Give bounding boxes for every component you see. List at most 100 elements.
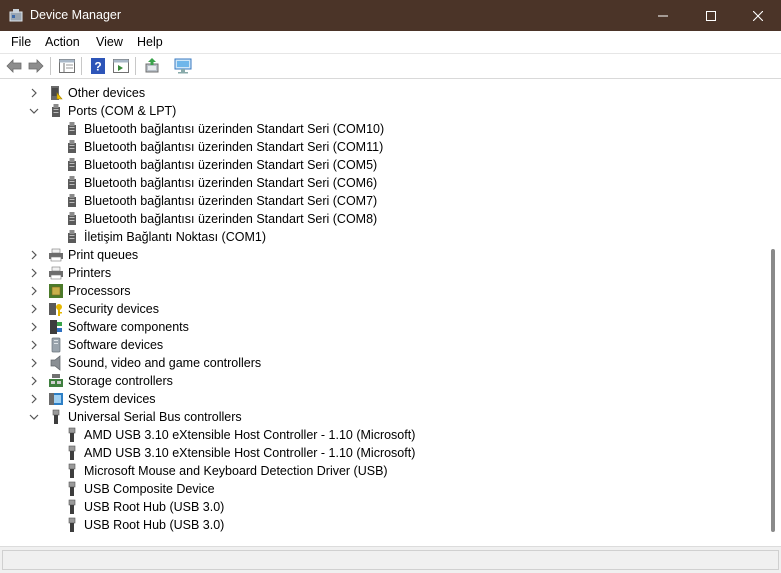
show-hide-console-tree-icon[interactable]: [58, 57, 76, 75]
tree-device-usb-composite[interactable]: USB Composite Device: [64, 480, 215, 498]
tree-category-processors[interactable]: Processors: [28, 282, 131, 300]
minimize-button[interactable]: [640, 0, 686, 31]
usb-icon: [64, 445, 80, 461]
chevron-right-icon[interactable]: [28, 267, 40, 279]
tree-category-storage-controllers[interactable]: Storage controllers: [28, 372, 173, 390]
tree-category-software-devices[interactable]: Software devices: [28, 336, 163, 354]
tree-device-label: Bluetooth bağlantısı üzerinden Standart …: [84, 158, 378, 172]
tree-device-label: AMD USB 3.10 eXtensible Host Controller …: [84, 428, 416, 442]
status-bar: [0, 546, 781, 573]
tree-device-label: İletişim Bağlantı Noktası (COM1): [84, 230, 266, 244]
chevron-right-icon[interactable]: [28, 285, 40, 297]
help-icon[interactable]: ?: [89, 57, 107, 75]
tree-category-ports[interactable]: Ports (COM & LPT): [28, 102, 176, 120]
usb-icon: [64, 481, 80, 497]
software-device-icon: [48, 337, 64, 353]
tree-category-label: Universal Serial Bus controllers: [68, 410, 242, 424]
tree-device-port-com10[interactable]: Bluetooth bağlantısı üzerinden Standart …: [64, 120, 384, 138]
port-icon: [64, 229, 80, 245]
usb-icon: [64, 463, 80, 479]
printer-icon: [48, 265, 64, 281]
chevron-right-icon[interactable]: [28, 357, 40, 369]
scan-hardware-changes-icon[interactable]: [174, 57, 192, 75]
tree-category-sound-video-game[interactable]: Sound, video and game controllers: [28, 354, 261, 372]
other-devices-icon: [48, 85, 64, 101]
port-icon: [64, 175, 80, 191]
title-bar: Device Manager: [0, 0, 781, 31]
tree-category-label: Other devices: [68, 86, 146, 100]
tree-device-label: USB Root Hub (USB 3.0): [84, 518, 225, 532]
tree-category-label: Software components: [68, 320, 189, 334]
port-icon: [64, 139, 80, 155]
tree-category-usb-controllers[interactable]: Universal Serial Bus controllers: [28, 408, 242, 426]
speaker-icon: [48, 355, 64, 371]
chevron-right-icon[interactable]: [28, 87, 40, 99]
tree-category-printers[interactable]: Printers: [28, 264, 111, 282]
usb-icon: [64, 427, 80, 443]
tree-category-security-devices[interactable]: Security devices: [28, 300, 159, 318]
tree-device-usb-root-hub[interactable]: USB Root Hub (USB 3.0): [64, 498, 224, 516]
update-driver-icon[interactable]: [143, 57, 161, 75]
chevron-right-icon[interactable]: [28, 393, 40, 405]
tree-category-other-devices[interactable]: Other devices: [28, 84, 145, 102]
chevron-right-icon[interactable]: [28, 321, 40, 333]
properties-icon[interactable]: [112, 57, 130, 75]
chevron-right-icon[interactable]: [28, 249, 40, 261]
tree-device-usb-host-controller[interactable]: AMD USB 3.10 eXtensible Host Controller …: [64, 426, 415, 444]
tree-device-label: AMD USB 3.10 eXtensible Host Controller …: [84, 446, 416, 460]
tree-device-label: Bluetooth bağlantısı üzerinden Standart …: [84, 176, 378, 190]
window-title: Device Manager: [30, 8, 122, 22]
software-component-icon: [48, 319, 64, 335]
tree-device-port-com11[interactable]: Bluetooth bağlantısı üzerinden Standart …: [64, 138, 383, 156]
security-key-icon: [48, 301, 64, 317]
scrollbar-thumb[interactable]: [771, 249, 775, 532]
toolbar-separator: [81, 57, 82, 75]
tree-category-label: Processors: [68, 284, 131, 298]
chevron-right-icon[interactable]: [28, 303, 40, 315]
tree-device-usb-mouse-keyboard-driver[interactable]: Microsoft Mouse and Keyboard Detection D…: [64, 462, 388, 480]
menu-help[interactable]: Help: [137, 35, 163, 49]
toolbar: ?: [0, 54, 781, 79]
tree-category-label: Storage controllers: [68, 374, 173, 388]
close-button[interactable]: [735, 0, 781, 31]
tree-device-label: USB Composite Device: [84, 482, 215, 496]
tree-device-port-com8[interactable]: Bluetooth bağlantısı üzerinden Standart …: [64, 210, 377, 228]
tree-device-usb-host-controller[interactable]: AMD USB 3.10 eXtensible Host Controller …: [64, 444, 415, 462]
toolbar-separator: [50, 57, 51, 75]
tree-category-label: Software devices: [68, 338, 164, 352]
forward-arrow-icon[interactable]: [27, 57, 45, 75]
menu-view[interactable]: View: [96, 35, 123, 49]
tree-device-port-com5[interactable]: Bluetooth bağlantısı üzerinden Standart …: [64, 156, 377, 174]
menu-action[interactable]: Action: [45, 35, 80, 49]
back-arrow-icon[interactable]: [5, 57, 23, 75]
tree-device-usb-root-hub[interactable]: USB Root Hub (USB 3.0): [64, 516, 224, 534]
usb-icon: [48, 409, 64, 425]
tree-device-label: Bluetooth bağlantısı üzerinden Standart …: [84, 194, 378, 208]
tree-device-port-com7[interactable]: Bluetooth bağlantısı üzerinden Standart …: [64, 192, 377, 210]
port-icon: [64, 193, 80, 209]
printer-icon: [48, 247, 64, 263]
usb-icon: [64, 517, 80, 533]
port-icon: [64, 157, 80, 173]
storage-controller-icon: [48, 373, 64, 389]
status-panel: [2, 550, 779, 570]
chevron-right-icon[interactable]: [28, 375, 40, 387]
tree-category-print-queues[interactable]: Print queues: [28, 246, 138, 264]
port-icon: [64, 121, 80, 137]
device-tree: Other devices Ports (COM & LPT) Bluetoot…: [2, 84, 768, 546]
tree-device-label: Bluetooth bağlantısı üzerinden Standart …: [84, 122, 385, 136]
menu-bar: File Action View Help: [0, 31, 781, 54]
menu-file[interactable]: File: [11, 35, 31, 49]
chevron-right-icon[interactable]: [28, 339, 40, 351]
processor-icon: [48, 283, 64, 299]
tree-category-system-devices[interactable]: System devices: [28, 390, 156, 408]
vertical-scrollbar[interactable]: [768, 84, 779, 546]
chevron-down-icon[interactable]: [28, 411, 40, 423]
tree-category-software-components[interactable]: Software components: [28, 318, 189, 336]
chevron-down-icon[interactable]: [28, 105, 40, 117]
tree-device-port-com1[interactable]: İletişim Bağlantı Noktası (COM1): [64, 228, 266, 246]
maximize-button[interactable]: [688, 0, 734, 31]
tree-category-label: Sound, video and game controllers: [68, 356, 262, 370]
tree-device-port-com6[interactable]: Bluetooth bağlantısı üzerinden Standart …: [64, 174, 377, 192]
system-device-icon: [48, 391, 64, 407]
